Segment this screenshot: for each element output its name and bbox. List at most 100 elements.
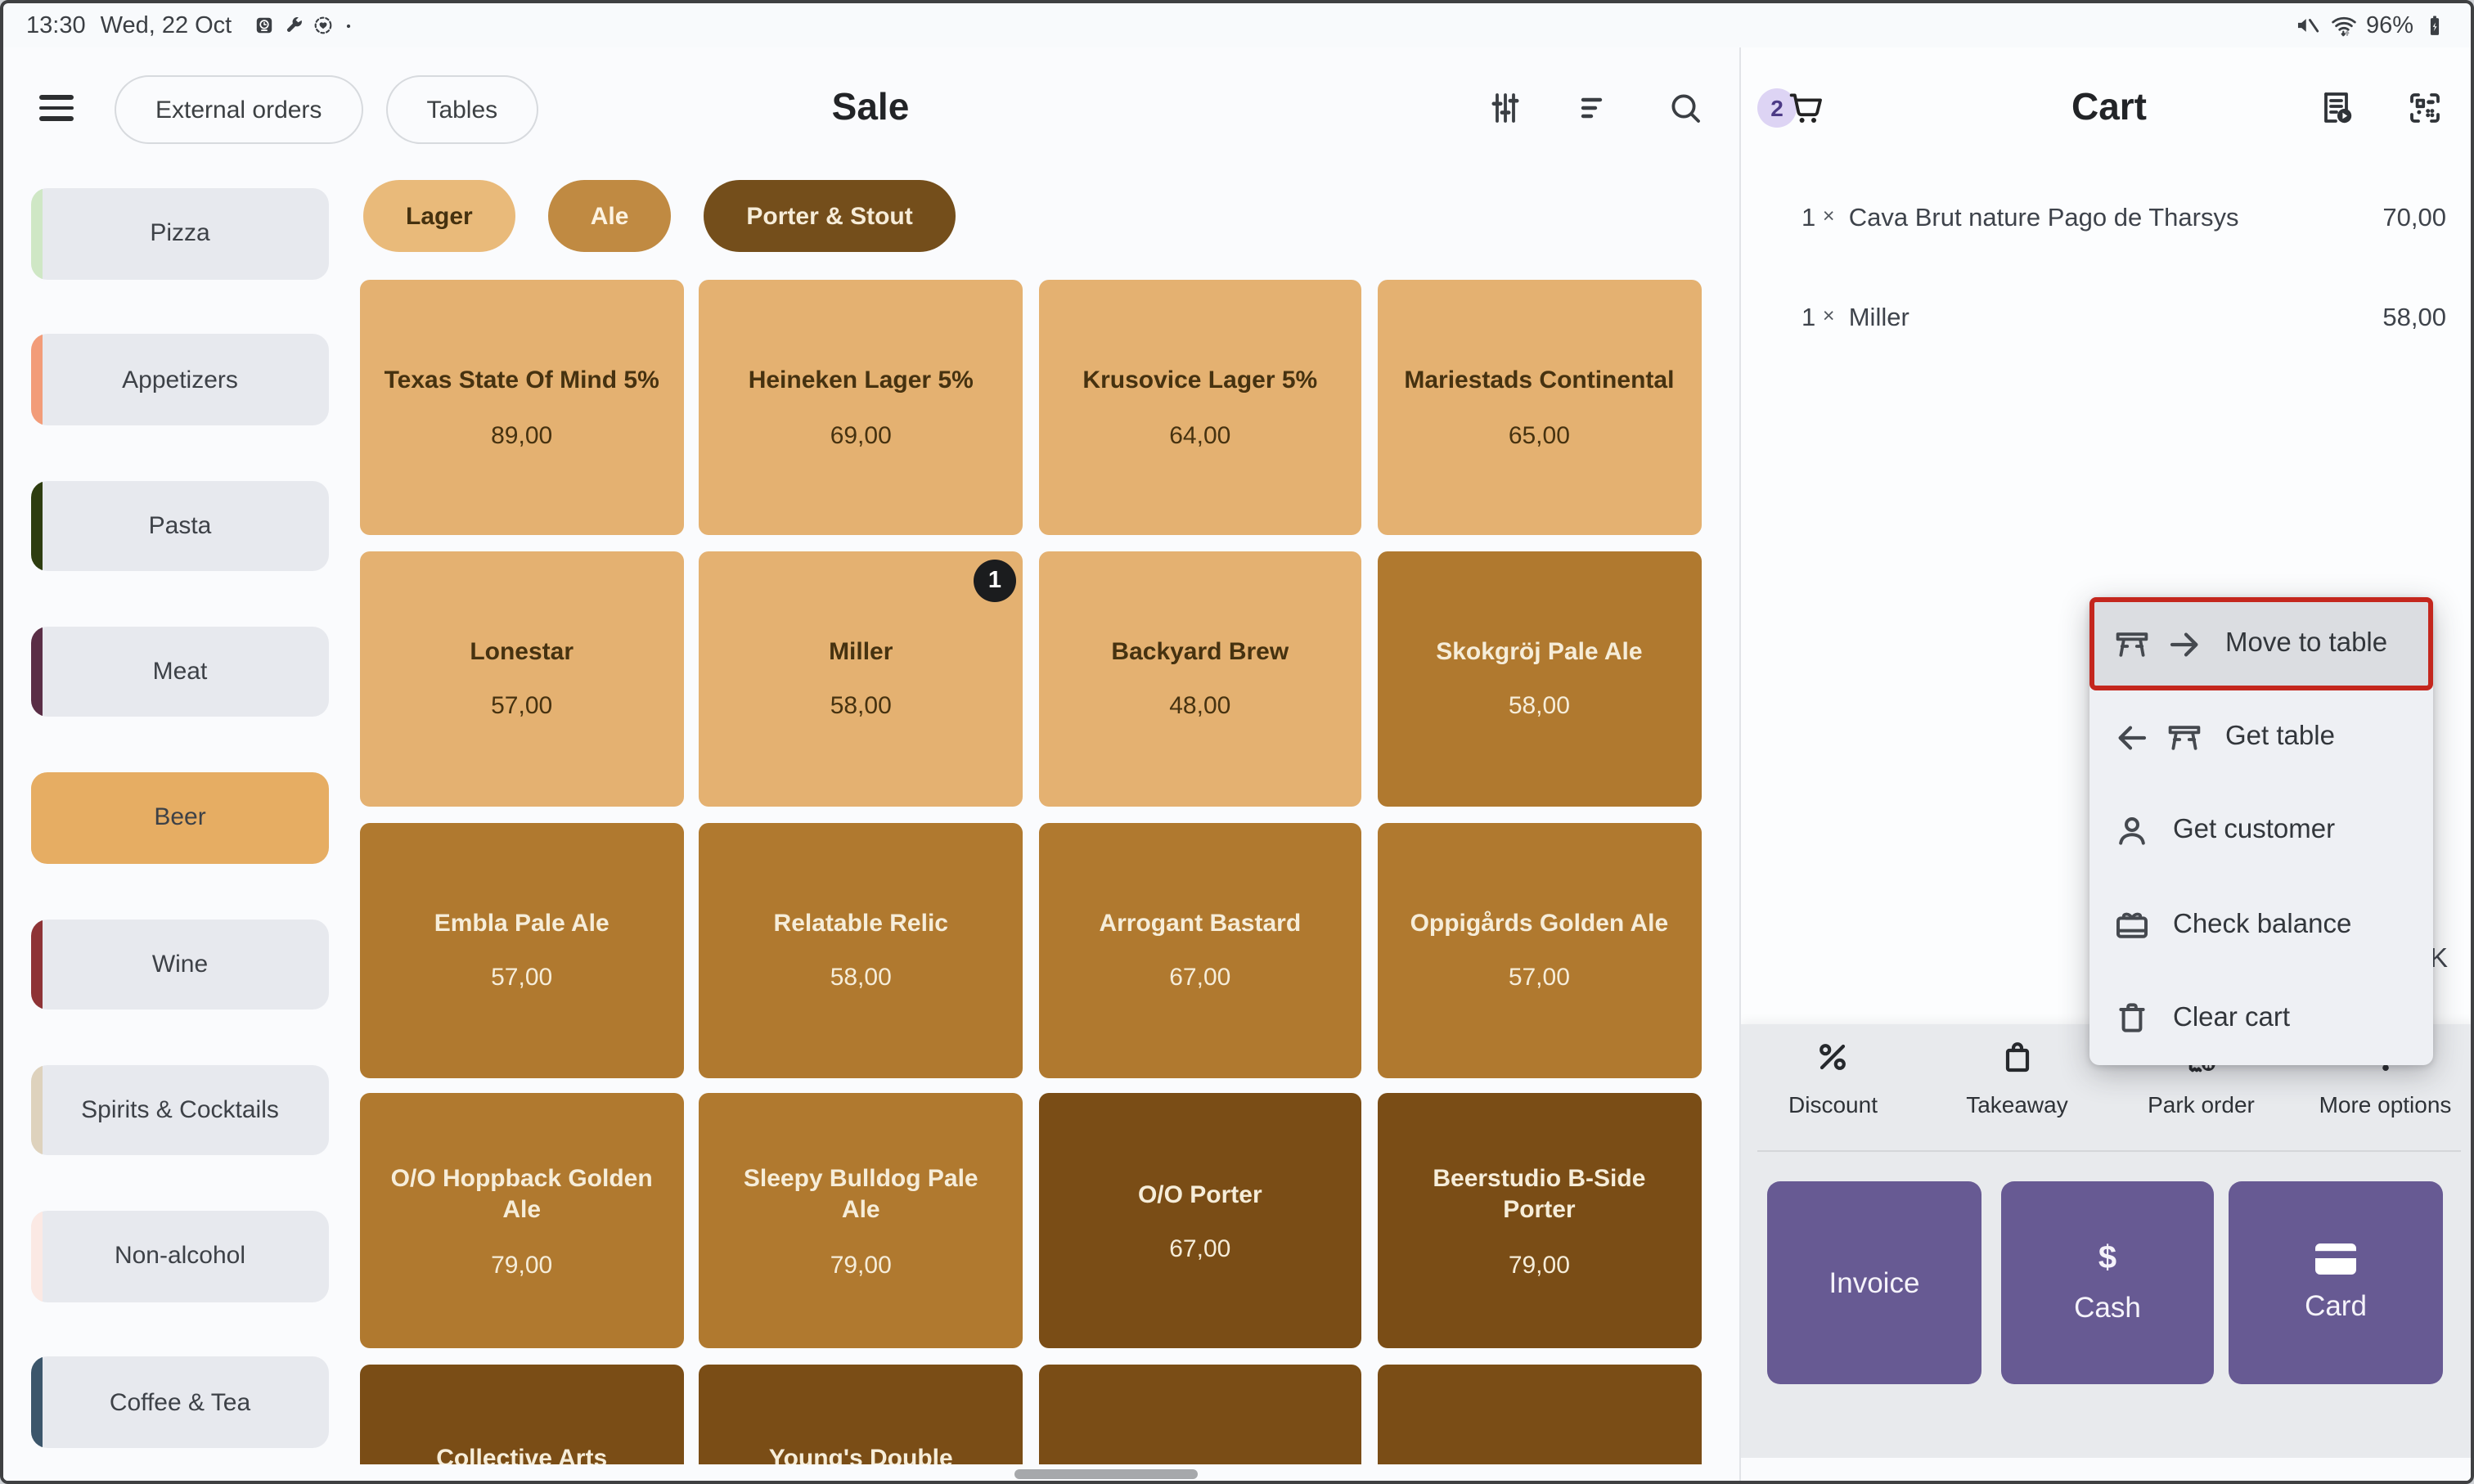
percent-icon — [1814, 1037, 1853, 1077]
tune-icon[interactable] — [1486, 88, 1525, 128]
product-price: 79,00 — [491, 1251, 552, 1279]
product-tile[interactable]: Beerstudio B-Side Porter 79,00 — [1378, 1094, 1701, 1349]
product-name: Texas State Of Mind 5% — [385, 366, 659, 397]
sidebar-item-beer[interactable]: Beer — [31, 772, 329, 863]
menu-icon[interactable] — [39, 95, 74, 121]
cart-item-name: Miller — [1842, 304, 1909, 332]
status-notification-icons — [253, 15, 354, 36]
product-name: Mariestads Continental — [1404, 366, 1674, 397]
menu-item-move-to-table[interactable]: Move to table — [2089, 597, 2433, 690]
product-tile[interactable]: Oppigårds Golden Ale 57,00 — [1378, 822, 1701, 1077]
product-tile[interactable]: Texas State Of Mind 5% 89,00 — [360, 280, 683, 535]
product-name: Lonestar — [470, 636, 574, 668]
action-discount[interactable]: Discount — [1741, 1037, 1925, 1117]
product-tile[interactable]: Arrogant Bastard 67,00 — [1038, 822, 1361, 1077]
product-grid: Texas State Of Mind 5% 89,00 Heineken La… — [360, 280, 1702, 1481]
cart-title: Cart — [1945, 85, 2273, 129]
battery-percent: 96% — [2366, 12, 2413, 38]
product-tile[interactable]: 1 Miller 58,00 — [699, 551, 1023, 807]
sidebar-item-appetizers[interactable]: Appetizers — [31, 335, 329, 425]
product-price: 57,00 — [491, 693, 552, 721]
filter-chips: Lager Ale Porter & Stout — [363, 180, 956, 252]
sidebar-item-label: Non-alcohol — [115, 1243, 245, 1270]
header-tools — [1486, 88, 1705, 128]
pay-button-invoice[interactable]: Invoice — [1767, 1181, 1981, 1384]
product-tile[interactable]: Skokgröj Pale Ale 58,00 — [1378, 551, 1701, 807]
cart-item-row[interactable]: 1 × Miller 58,00 — [1802, 290, 2446, 349]
menu-item-get-table[interactable]: Get table — [2089, 690, 2433, 784]
product-tile[interactable]: O/O Hoppback Golden Ale 79,00 — [360, 1094, 683, 1349]
menu-item-clear-cart[interactable]: Clear cart — [2089, 972, 2433, 1065]
cart-item-name: Cava Brut nature Pago de Tharsys — [1842, 205, 2238, 232]
product-tile[interactable]: Heineken Lager 5% 69,00 — [699, 280, 1023, 535]
table-icon — [2165, 718, 2204, 758]
product-tile[interactable]: Mariestads Continental 65,00 — [1378, 280, 1701, 535]
sidebar-item-meat[interactable]: Meat — [31, 627, 329, 717]
receipt-add-icon[interactable] — [2317, 88, 2356, 128]
menu-item-label: Check balance — [2173, 909, 2351, 940]
product-tile[interactable]: Relatable Relic 58,00 — [699, 822, 1023, 1077]
product-tile[interactable]: O/O Porter 67,00 — [1038, 1094, 1361, 1349]
product-tile[interactable]: Krusovice Lager 5% 64,00 — [1038, 280, 1361, 535]
sidebar-item-non-alcohol[interactable]: Non-alcohol — [31, 1211, 329, 1302]
product-tile[interactable]: Lonestar 57,00 — [360, 551, 683, 807]
qr-scan-icon[interactable] — [2405, 88, 2445, 128]
bag-icon — [1998, 1037, 2037, 1077]
product-name: Arrogant Bastard — [1099, 908, 1301, 939]
product-name: Krusovice Lager 5% — [1082, 366, 1317, 397]
wifi-icon — [2330, 11, 2358, 39]
category-color-stripe — [31, 772, 43, 863]
status-time: 13:30 — [26, 12, 86, 38]
pay-button-cash[interactable]: $ Cash — [2001, 1181, 2214, 1384]
sidebar-item-label: Wine — [152, 951, 208, 978]
menu-item-check-balance[interactable]: Check balance — [2089, 878, 2433, 971]
battery-icon — [2422, 12, 2448, 38]
page-title: Sale — [707, 85, 1034, 129]
sidebar-item-coffee-tea[interactable]: Coffee & Tea — [31, 1357, 329, 1448]
product-price: 57,00 — [491, 964, 552, 992]
filter-chip-lager[interactable]: Lager — [363, 180, 515, 252]
cart-actions-panel: Discount Takeaway Park order More option… — [1741, 1024, 2474, 1458]
sidebar-item-label: Coffee & Tea — [110, 1388, 250, 1416]
nav-button-external-orders[interactable]: External orders — [115, 75, 362, 144]
cart-item-price: 58,00 — [2382, 304, 2446, 334]
sort-icon[interactable] — [1576, 88, 1615, 128]
filter-chip-porter-stout[interactable]: Porter & Stout — [704, 180, 955, 252]
nav-button-tables[interactable]: Tables — [385, 75, 538, 144]
product-tile[interactable]: Backyard Brew 48,00 — [1038, 551, 1361, 807]
product-tile[interactable]: Embla Pale Ale 57,00 — [360, 822, 683, 1077]
sidebar-item-wine[interactable]: Wine — [31, 919, 329, 1010]
product-price: 58,00 — [1509, 693, 1570, 721]
product-name: Oppigårds Golden Ale — [1410, 908, 1669, 939]
sidebar-item-label: Pasta — [149, 512, 212, 540]
cart-item-label: 1 × Miller — [1802, 304, 1909, 334]
product-price: 57,00 — [1509, 964, 1570, 992]
product-tile[interactable]: Sleepy Bulldog Pale Ale 79,00 — [699, 1094, 1023, 1349]
category-color-stripe — [31, 188, 43, 279]
search-icon[interactable] — [1666, 88, 1705, 128]
product-tile[interactable]: Collective Arts — [360, 1365, 683, 1481]
action-takeaway[interactable]: Takeaway — [1925, 1037, 2109, 1117]
product-price: 58,00 — [830, 964, 892, 992]
product-tile[interactable] — [1038, 1365, 1361, 1481]
product-tile[interactable] — [1378, 1365, 1701, 1481]
quantity-badge: 1 — [974, 560, 1016, 602]
product-name: Miller — [829, 636, 893, 668]
pay-button-card[interactable]: Card — [2229, 1181, 2443, 1384]
menu-item-get-customer[interactable]: Get customer — [2089, 785, 2433, 878]
cart-item-row[interactable]: 1 × Cava Brut nature Pago de Tharsys 70,… — [1802, 190, 2446, 249]
app-frame: 13:30 Wed, 22 Oct 96% External orders Tab… — [0, 0, 2474, 1484]
status-bar: 13:30 Wed, 22 Oct 96% — [3, 3, 2471, 47]
menu-item-label: Move to table — [2225, 628, 2387, 659]
filter-chip-ale[interactable]: Ale — [548, 180, 672, 252]
product-tile[interactable]: Young's Double — [699, 1365, 1023, 1481]
grid-scrollbar[interactable] — [1014, 1469, 1198, 1478]
product-name: Backyard Brew — [1111, 636, 1289, 668]
action-separator — [1757, 1150, 2461, 1152]
sidebar-item-spirits-cocktails[interactable]: Spirits & Cocktails — [31, 1065, 329, 1156]
sidebar-item-pasta[interactable]: Pasta — [31, 480, 329, 571]
sidebar-item-pizza[interactable]: Pizza — [31, 188, 329, 279]
action-label: Takeaway — [1966, 1091, 2068, 1117]
person-icon — [2112, 812, 2152, 851]
cart-icon[interactable] — [1787, 88, 1826, 128]
